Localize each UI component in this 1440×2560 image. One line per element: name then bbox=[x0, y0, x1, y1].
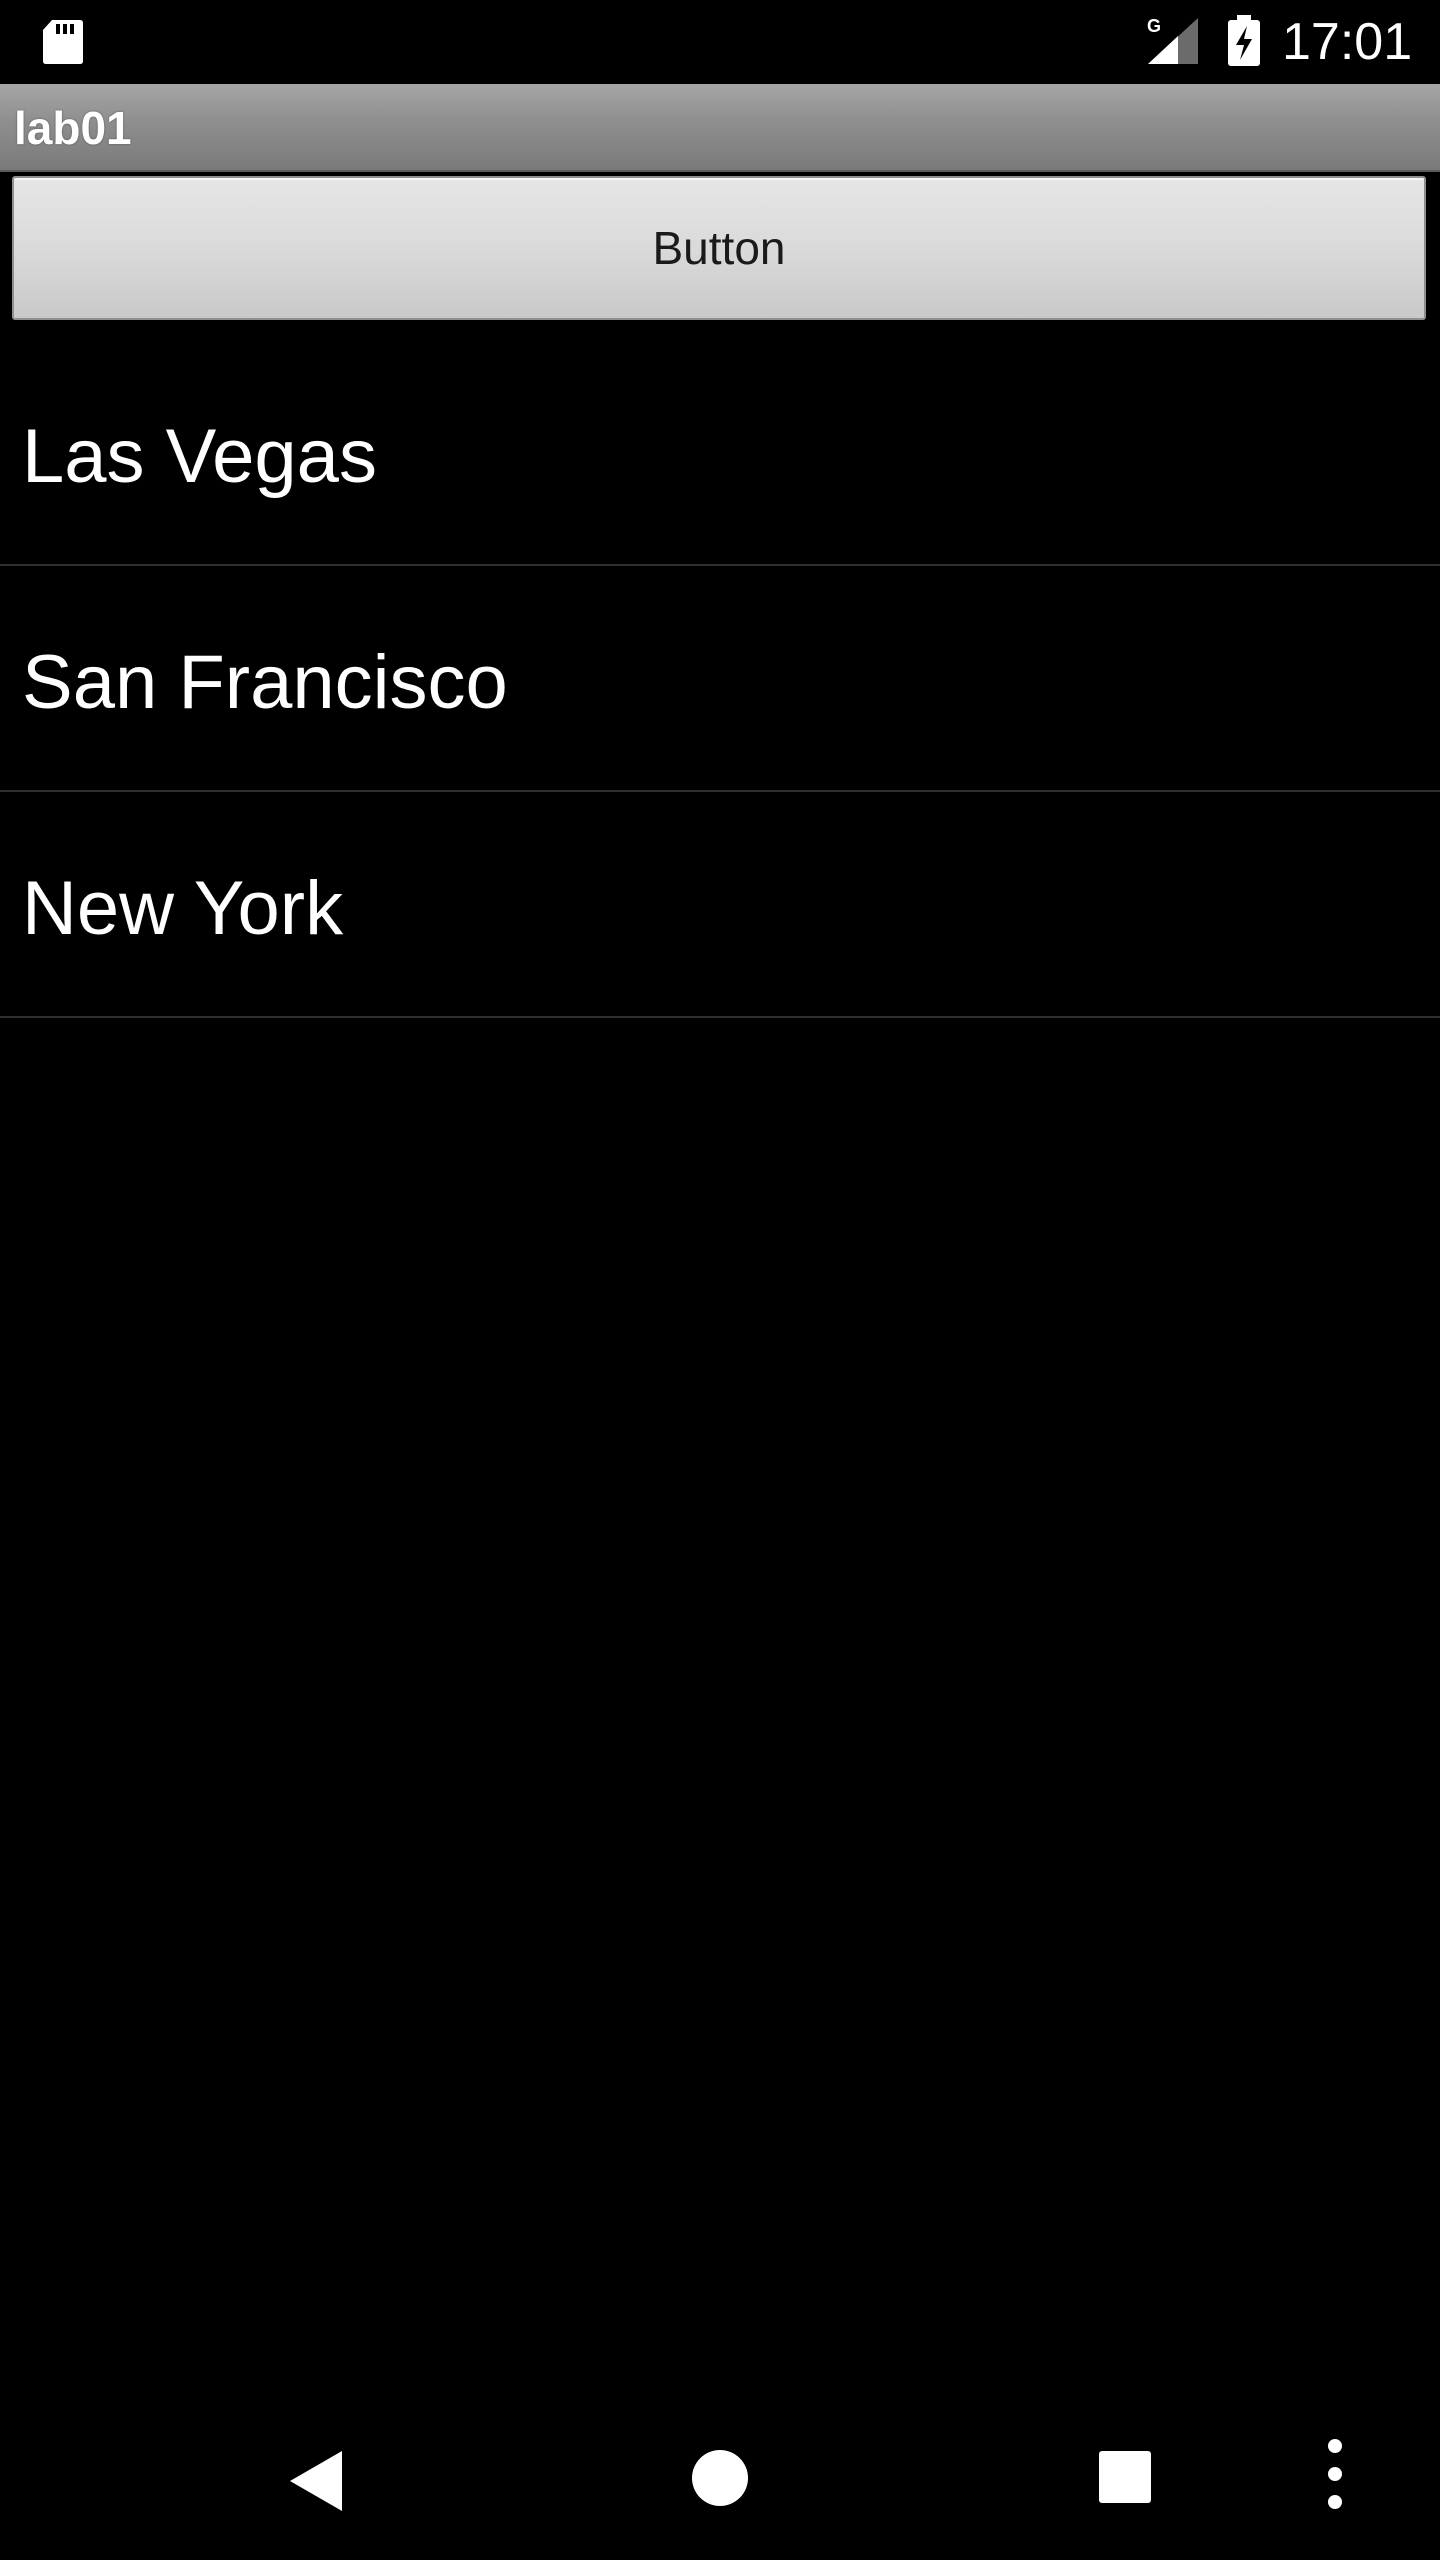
list-item[interactable]: New York bbox=[0, 792, 1440, 1018]
city-list: Las Vegas San Francisco New York bbox=[0, 340, 1440, 1018]
app-screen: G 17:01 lab01 Button Las Vegas San Franc… bbox=[0, 0, 1440, 2560]
battery-charging-icon bbox=[1228, 15, 1260, 66]
navigation-bar bbox=[0, 2392, 1440, 2560]
signal-icon: G bbox=[1147, 16, 1198, 64]
list-item-label: New York bbox=[22, 866, 344, 951]
main-button[interactable]: Button bbox=[12, 176, 1426, 320]
home-icon[interactable] bbox=[690, 2448, 750, 2508]
app-title: lab01 bbox=[14, 102, 132, 154]
status-bar: G 17:01 bbox=[0, 0, 1440, 84]
list-item[interactable]: Las Vegas bbox=[0, 340, 1440, 566]
list-item-label: Las Vegas bbox=[22, 414, 377, 499]
back-icon[interactable] bbox=[286, 2448, 346, 2514]
list-item-label: San Francisco bbox=[22, 640, 508, 725]
action-bar: lab01 bbox=[0, 84, 1440, 172]
list-item[interactable]: San Francisco bbox=[0, 566, 1440, 792]
network-type-label: G bbox=[1147, 16, 1161, 36]
recents-icon[interactable] bbox=[1098, 2450, 1152, 2504]
overflow-menu-icon[interactable] bbox=[1320, 2436, 1350, 2512]
status-clock: 17:01 bbox=[1282, 13, 1413, 71]
sd-card-icon bbox=[43, 20, 83, 64]
